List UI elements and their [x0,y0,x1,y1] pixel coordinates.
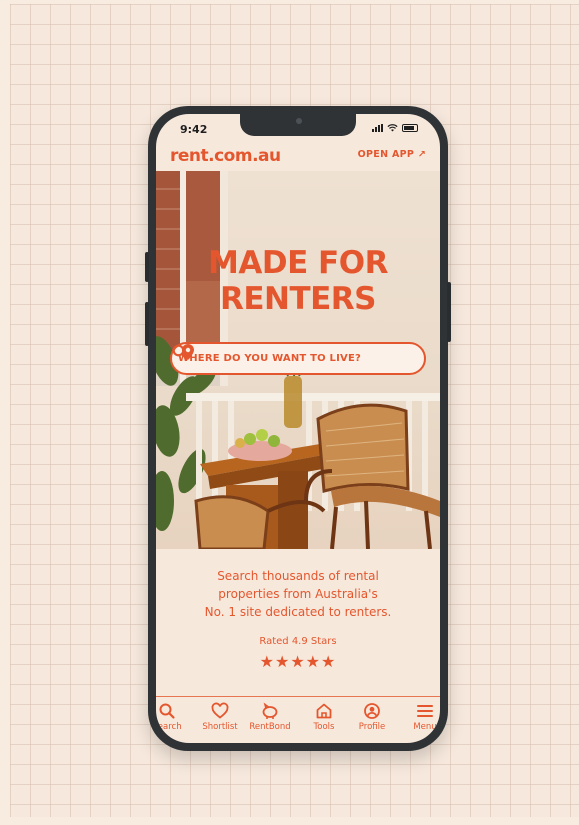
site-description: Search thousands of rental properties fr… [156,567,440,621]
profile-icon [364,703,380,719]
battery-icon [402,124,418,132]
phone-screen: 9:42 rent.com.au OPEN APP ↗ MADE FOR REN… [156,114,440,743]
nav-label: Menu [413,722,437,732]
signal-icon [372,124,383,132]
hero-section: MADE FOR RENTERS WHERE DO YOU WANT TO LI… [156,171,440,549]
menu-icon [417,705,433,717]
hero-headline: MADE FOR RENTERS [156,245,440,317]
nav-item-rentbond[interactable]: RentBond [245,702,295,732]
phone-side-button [145,302,149,346]
nav-label: Profile [358,722,386,732]
rating-text: Rated 4.9 Stars [259,636,337,647]
search-icon [159,703,175,719]
location-search-bar[interactable]: WHERE DO YOU WANT TO LIVE? [170,342,426,375]
headline-line-1: MADE FOR [208,245,388,281]
open-app-link[interactable]: OPEN APP ↗ [358,149,426,160]
phone-notch [240,114,356,136]
phone-side-button [447,282,451,342]
nav-item-profile[interactable]: Profile [347,702,397,732]
nav-label: RentBond [249,722,291,732]
home-icon [316,703,332,719]
nav-label: Shortlist [202,722,238,732]
nav-item-menu[interactable]: Menu [400,702,440,732]
star-rating: ★★★★★ [259,652,337,671]
wifi-icon [387,124,398,132]
phone-frame: 9:42 rent.com.au OPEN APP ↗ MADE FOR REN… [145,106,451,751]
nav-item-shortlist[interactable]: Shortlist [195,702,245,732]
search-icon[interactable] [172,344,188,360]
nav-divider [156,696,440,697]
nav-label: Tools [313,722,335,732]
nav-item-search[interactable]: Search [156,702,192,732]
search-placeholder[interactable]: WHERE DO YOU WANT TO LIVE? [178,353,424,364]
bottom-nav: Search Shortlist RentBond [156,702,440,740]
description-line-2: properties from Australia's [218,587,378,601]
status-icons [372,124,418,132]
phone-side-button [145,252,149,282]
brand-logo[interactable]: rent.com.au [170,146,281,166]
headline-line-2: RENTERS [219,281,377,317]
piggy-bank-icon [262,702,278,719]
nav-item-tools[interactable]: Tools [299,702,349,732]
description-line-3: No. 1 site dedicated to renters. [204,605,392,619]
nav-label: Search [156,722,182,732]
camera-icon [296,118,302,124]
description-line-1: Search thousands of rental [217,569,379,583]
status-time: 9:42 [180,123,208,136]
heart-icon [211,702,229,719]
